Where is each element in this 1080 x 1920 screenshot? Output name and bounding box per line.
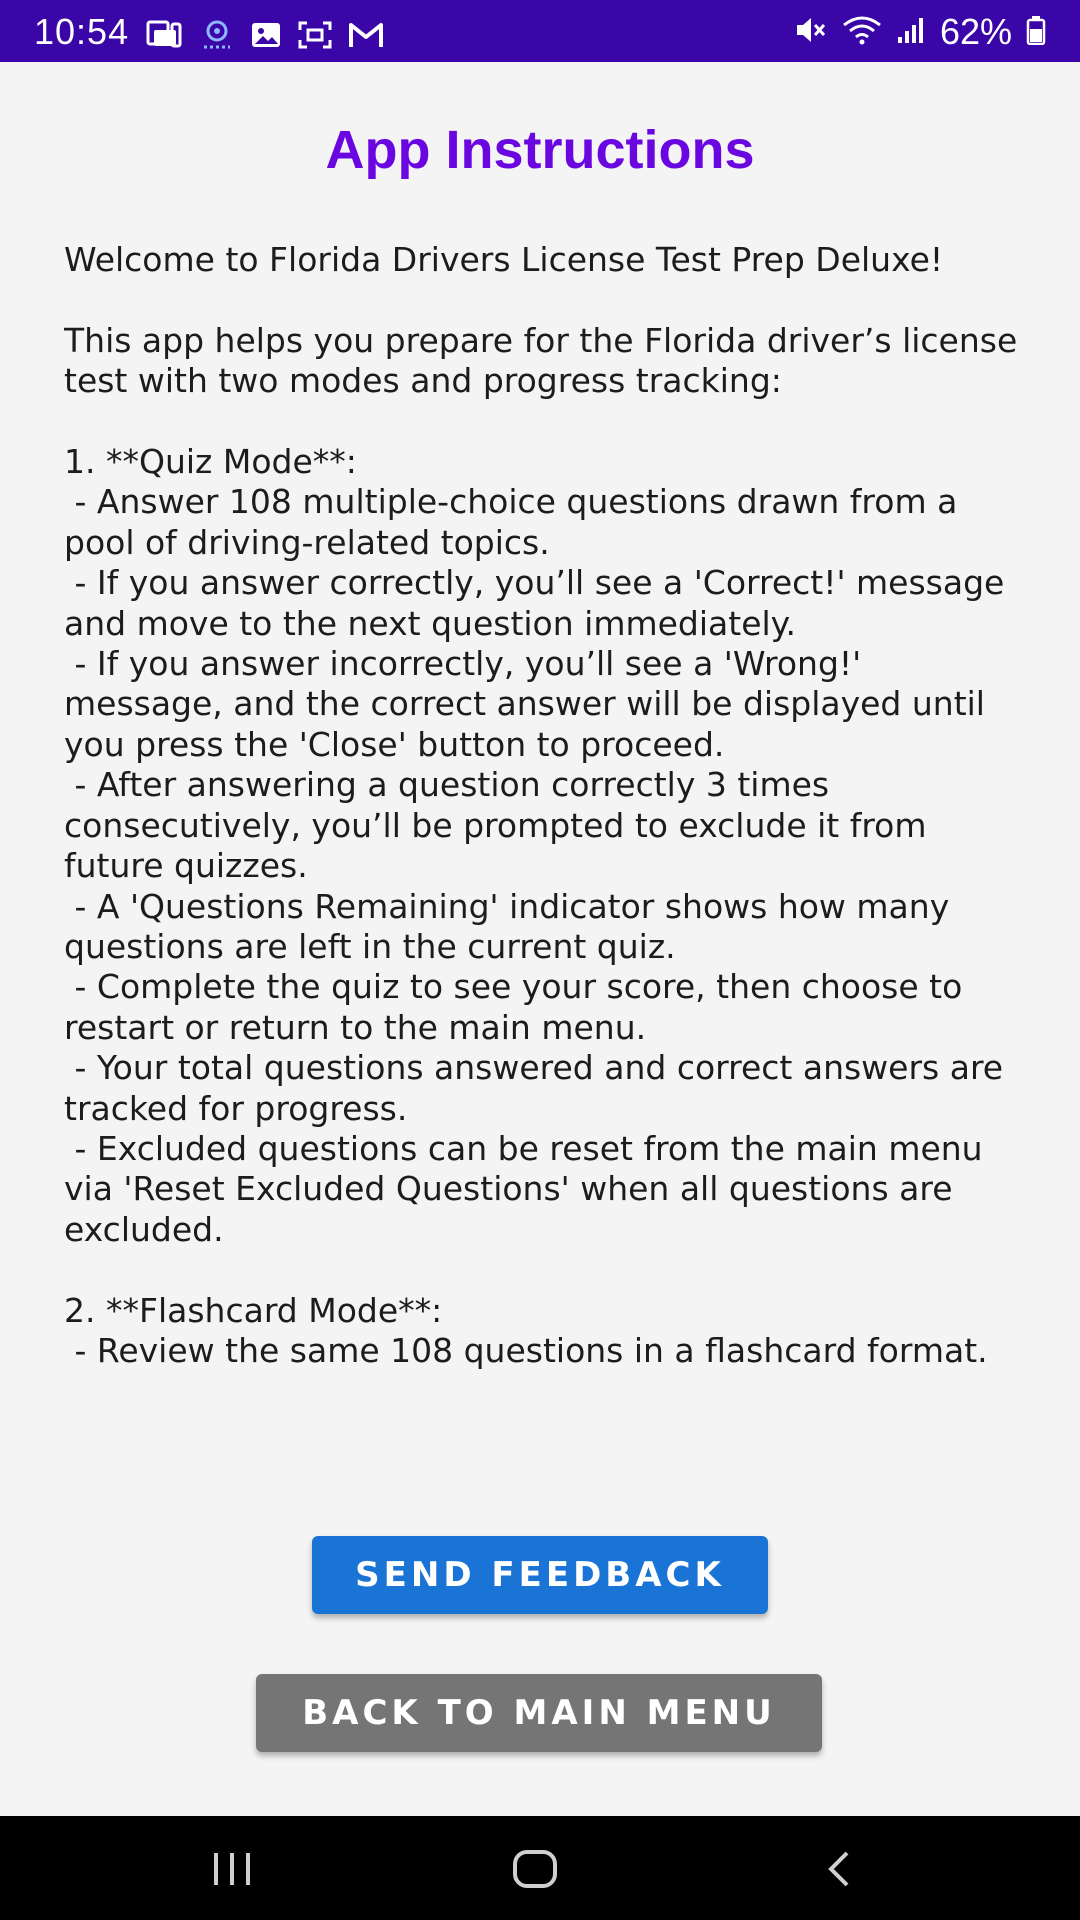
- wifi-icon: [842, 15, 882, 49]
- back-icon[interactable]: [808, 1844, 868, 1894]
- page-title: App Instructions: [325, 120, 755, 180]
- screenshot-icon: [298, 21, 332, 49]
- system-status: 62%: [794, 12, 1046, 52]
- recents-icon[interactable]: [202, 1844, 262, 1894]
- status-bar: 10:54 62%: [0, 0, 1080, 62]
- battery-icon: [1026, 15, 1046, 49]
- send-feedback-button[interactable]: SEND FEEDBACK: [312, 1536, 768, 1614]
- device-icon: [146, 20, 184, 50]
- home-icon[interactable]: [505, 1844, 565, 1894]
- mute-icon: [794, 15, 828, 49]
- notification-icons: [146, 20, 384, 50]
- instructions-text: Welcome to Florida Drivers License Test …: [64, 240, 1018, 1370]
- navigation-bar: [0, 1816, 1080, 1920]
- status-time: 10:54: [34, 11, 130, 52]
- gmail-icon: [348, 21, 384, 49]
- signal-icon: [896, 15, 926, 49]
- instructions-scroll-area[interactable]: Welcome to Florida Drivers License Test …: [64, 240, 1024, 1470]
- webcam-icon: [200, 19, 234, 51]
- image-icon: [250, 21, 282, 49]
- battery-percent: 62%: [939, 11, 1012, 52]
- back-to-main-menu-button[interactable]: BACK TO MAIN MENU: [256, 1674, 822, 1752]
